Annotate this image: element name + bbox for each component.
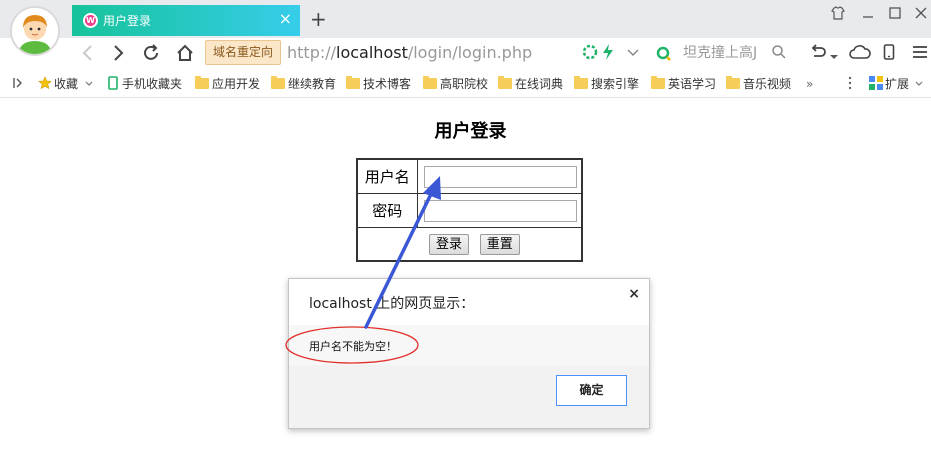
star-icon <box>38 76 52 90</box>
address-bar: 域名重定向 http://localhost/login/login.php 坦… <box>0 38 931 70</box>
bookmark-label: 技术博客 <box>363 77 412 91</box>
maximize-icon[interactable] <box>888 6 902 24</box>
bookmark-label: 英语学习 <box>668 77 717 91</box>
bookmark-label: 高职院校 <box>440 77 489 91</box>
new-tab-icon[interactable]: + <box>310 8 327 30</box>
bookmark-folder[interactable]: 应用开发 <box>195 76 260 92</box>
extensions-button[interactable]: 扩展 <box>869 76 923 92</box>
extensions-label: 扩展 <box>885 77 910 91</box>
back-icon[interactable] <box>80 43 94 67</box>
vertical-dots-icon[interactable] <box>848 76 852 94</box>
login-form: 用户名 密码 登录 重置 <box>356 158 583 262</box>
bookmark-label: 继续教育 <box>288 77 337 91</box>
tab-close-icon[interactable]: × <box>279 10 292 28</box>
folder-icon <box>726 76 740 89</box>
bookmark-folder[interactable]: 技术博客 <box>346 76 411 92</box>
cloud-icon[interactable] <box>849 44 871 65</box>
user-avatar[interactable] <box>10 6 60 56</box>
chevron-down-icon <box>85 81 93 86</box>
username-field[interactable] <box>423 165 577 188</box>
reset-button[interactable]: 重置 <box>479 233 520 255</box>
speed-mode-icon[interactable] <box>582 44 598 65</box>
username-label: 用户名 <box>356 158 418 195</box>
tab-favicon-icon: W <box>83 13 98 28</box>
dialog-footer: 确定 <box>289 365 649 428</box>
sidebar-toggle-icon[interactable] <box>12 76 24 94</box>
url-host: localhost <box>336 43 408 62</box>
bookmark-mobile[interactable]: 手机收藏夹 <box>108 76 182 92</box>
ok-button[interactable]: 确定 <box>556 375 627 406</box>
tab-active[interactable]: W 用户登录 × <box>72 5 300 36</box>
bookmark-favorites[interactable]: 收藏 <box>38 76 93 92</box>
search-icon[interactable] <box>771 44 787 65</box>
url-prefix: http:// <box>287 43 337 62</box>
browser-window: W 用户登录 × + 域名重定向 http://localhost/login/… <box>0 0 931 470</box>
bookmark-folder[interactable]: 搜索引擎 <box>574 76 639 92</box>
minimize-icon[interactable] <box>861 6 875 24</box>
more-bookmarks-icon[interactable]: » <box>806 76 813 92</box>
reload-icon[interactable] <box>141 43 161 67</box>
bookmark-folder[interactable]: 高职院校 <box>423 76 488 92</box>
lightning-icon[interactable] <box>602 44 614 65</box>
title-bar: W 用户登录 × + <box>0 0 931 38</box>
folder-icon <box>498 76 512 89</box>
bookmark-label: 搜索引擎 <box>591 77 640 91</box>
password-field[interactable] <box>423 199 577 222</box>
password-label: 密码 <box>356 193 418 229</box>
forward-icon[interactable] <box>112 43 126 67</box>
bookmark-label: 应用开发 <box>212 77 261 91</box>
search-input[interactable]: 坦克撞上高J <box>683 42 823 64</box>
bookmark-label: 在线词典 <box>515 77 564 91</box>
bookmark-folder[interactable]: 音乐视频 <box>726 76 791 92</box>
folder-icon <box>271 76 285 89</box>
url-path: /login/login.php <box>407 43 533 62</box>
bookmark-label: 手机收藏夹 <box>122 77 183 91</box>
bookmark-folder[interactable]: 继续教育 <box>271 76 336 92</box>
bookmarks-bar: 收藏 手机收藏夹 应用开发 继续教育 技术博客 高职院校 在线词典 搜索引擎 英… <box>0 70 931 98</box>
close-icon[interactable]: × <box>628 286 640 302</box>
tab-title: 用户登录 <box>103 14 152 28</box>
folder-icon <box>423 76 437 89</box>
undo-dropdown-icon[interactable] <box>830 48 838 66</box>
chevron-down-icon[interactable] <box>625 44 641 65</box>
undo-icon[interactable] <box>808 44 826 65</box>
bookmark-label: 收藏 <box>54 77 79 91</box>
dialog-message-area: 用户名不能为空！ <box>289 325 649 365</box>
folder-icon <box>651 76 665 89</box>
login-button[interactable]: 登录 <box>429 233 470 255</box>
home-icon[interactable] <box>175 43 195 67</box>
page-title: 用户登录 <box>434 121 507 142</box>
chevron-down-icon <box>915 81 923 86</box>
alert-dialog: localhost 上的网页显示： × 用户名不能为空！ 确定 <box>288 278 650 429</box>
extensions-grid-icon <box>869 76 883 90</box>
menu-icon[interactable] <box>912 44 928 65</box>
folder-icon <box>574 76 588 89</box>
bookmark-label: 音乐视频 <box>743 77 792 91</box>
bookmark-folder[interactable]: 在线词典 <box>498 76 563 92</box>
url-field[interactable]: http://localhost/login/login.php <box>287 43 532 63</box>
skin-icon[interactable] <box>831 6 845 24</box>
mobile-icon[interactable] <box>883 44 895 65</box>
close-window-icon[interactable] <box>914 6 928 24</box>
dialog-message: 用户名不能为空！ <box>309 340 397 353</box>
search-engine-icon[interactable] <box>656 46 672 67</box>
folder-icon <box>195 76 209 89</box>
dialog-title: localhost 上的网页显示： <box>309 296 475 312</box>
folder-icon <box>346 76 360 89</box>
domain-redirect-badge[interactable]: 域名重定向 <box>205 40 281 65</box>
phone-icon <box>108 76 118 90</box>
bookmark-folder[interactable]: 英语学习 <box>651 76 716 92</box>
